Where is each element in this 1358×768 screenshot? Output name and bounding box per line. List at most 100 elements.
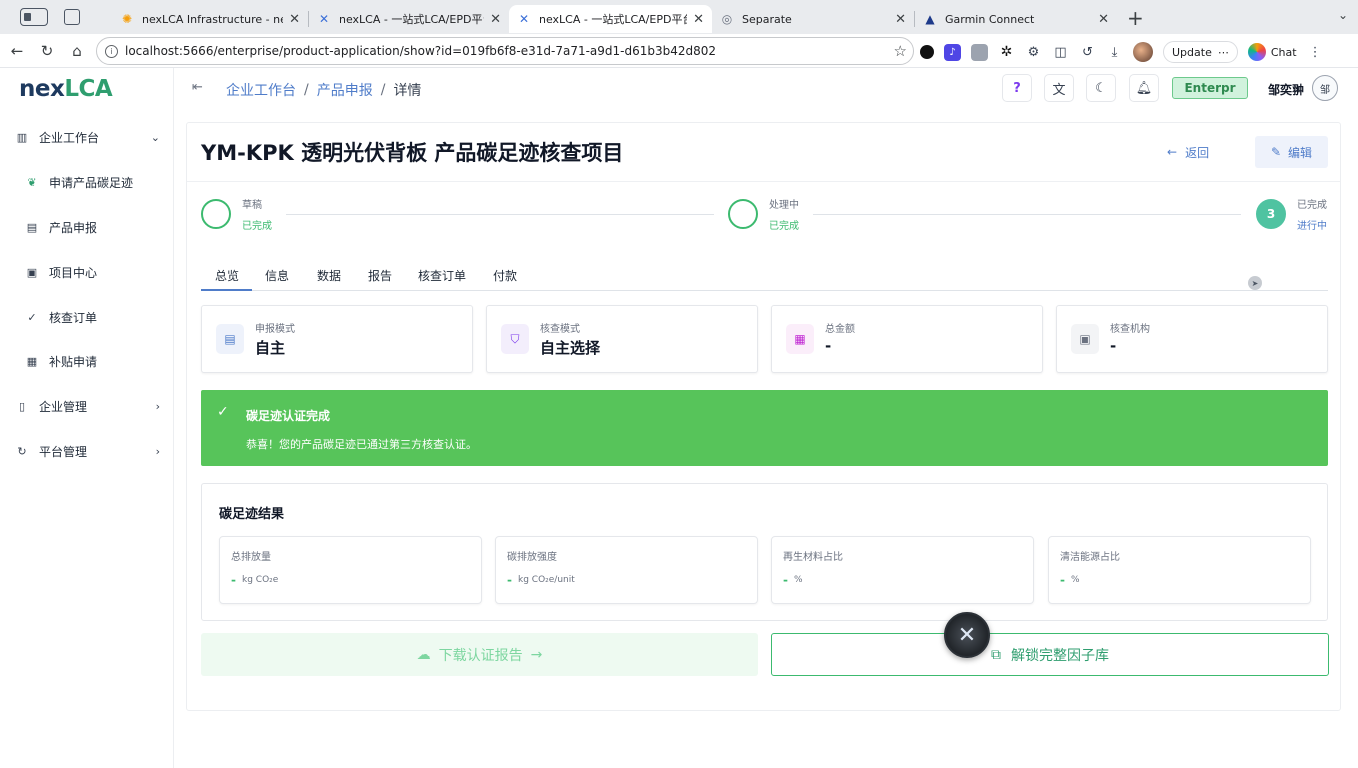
step-1-status: 已完成 xyxy=(242,221,272,232)
translate-icon: 文 xyxy=(1052,82,1066,98)
browser-tab-title: nexLCA - 一站式LCA/EPD平台 xyxy=(339,13,485,26)
sidebar-item-enterprise-management[interactable]: ▯ 企业管理 › xyxy=(0,386,174,426)
browser-tab-3-active[interactable]: ✕ nexLCA - 一站式LCA/EPD平台 ✕ xyxy=(509,5,712,33)
download-icon[interactable]: ⤓ xyxy=(1106,44,1123,61)
home-icon[interactable]: ⌂ xyxy=(62,42,92,60)
chat-button[interactable]: Chat xyxy=(1247,43,1297,61)
info-card-value: - xyxy=(825,337,832,355)
history-icon[interactable]: ↺ xyxy=(1079,44,1096,61)
metric-total-emissions: 总排放量 - kg CO₂e xyxy=(219,536,482,604)
user-avatar[interactable]: 邹 xyxy=(1312,75,1338,101)
notifications-button[interactable]: 🔔︎ xyxy=(1129,74,1159,102)
sidebar-item-label: 核查订单 xyxy=(49,310,98,325)
tab-info[interactable]: 信息 xyxy=(265,267,289,284)
sidebar-item-subsidy-application[interactable]: ▦ 补贴申请 xyxy=(0,341,174,381)
bell-icon: 🔔︎ xyxy=(1135,80,1153,96)
leaf-icon: ❦ xyxy=(27,175,37,189)
chevron-down-icon: ⌄ xyxy=(150,130,160,144)
plan-badge[interactable]: Enterpr xyxy=(1172,77,1248,99)
step-3-status: 进行中 xyxy=(1297,221,1327,232)
reload-icon[interactable]: ↻ xyxy=(32,42,62,60)
openai-extension-icon[interactable]: ✲ xyxy=(998,44,1015,61)
browser-tab-5[interactable]: ▲ Garmin Connect ✕ xyxy=(915,5,1117,33)
clipboard-icon: ▤ xyxy=(26,220,38,234)
carbon-footprint-results: 碳足迹结果 总排放量 - kg CO₂e 碳排放强度 - kg CO₂e/uni… xyxy=(201,483,1328,621)
globe-favicon-icon: ◎ xyxy=(721,12,733,26)
detail-tabs: 总览 信息 数据 报告 核查订单 付款 xyxy=(201,263,1328,291)
tab-verification-orders[interactable]: 核查订单 xyxy=(418,267,466,284)
tab-overview[interactable]: 总览 xyxy=(215,267,239,284)
grafana-favicon-icon: ✺ xyxy=(121,12,133,26)
step-2-title: 处理中 xyxy=(769,200,799,211)
close-tab-icon[interactable]: ✕ xyxy=(895,12,906,27)
sidebar-item-product-declaration[interactable]: ▤ 产品申报 xyxy=(0,207,174,247)
edit-button[interactable]: ✎ 编辑 xyxy=(1255,136,1328,168)
tab-report[interactable]: 报告 xyxy=(368,267,392,284)
step-1-circle xyxy=(201,199,231,229)
user-name[interactable]: 邹奕翀 xyxy=(1268,81,1304,98)
shield-extension-icon[interactable] xyxy=(920,45,934,59)
nexlca-favicon-icon: ✕ xyxy=(318,12,330,26)
step-2-circle xyxy=(728,199,758,229)
theme-toggle-button[interactable]: ☾ xyxy=(1086,74,1116,102)
breadcrumb-enterprise-workbench[interactable]: 企业工作台 xyxy=(226,80,296,100)
sidebar-item-project-center[interactable]: ▣ 项目中心 xyxy=(0,252,174,292)
download-label: 下载认证报告 xyxy=(438,647,523,664)
address-bar[interactable]: i localhost:5666/enterprise/product-appl… xyxy=(96,37,914,65)
garmin-favicon-icon: ▲ xyxy=(925,12,935,26)
profile-avatar[interactable] xyxy=(1133,42,1153,62)
tiktok-extension-icon[interactable]: ♪ xyxy=(944,43,961,61)
close-tab-icon[interactable]: ✕ xyxy=(490,12,501,27)
info-card-value: - xyxy=(1110,337,1117,355)
divider xyxy=(187,181,1340,182)
browser-menu-icon[interactable]: ⋮ xyxy=(1307,44,1324,61)
tab-payment[interactable]: 付款 xyxy=(493,267,517,284)
sidebar-item-enterprise-workbench[interactable]: ▥ 企业工作台 ⌄ xyxy=(0,117,174,157)
new-tab-button[interactable]: + xyxy=(1127,6,1144,30)
sidebar-item-apply-carbon-footprint[interactable]: ❦ 申请产品碳足迹 xyxy=(0,162,174,202)
back-button[interactable]: ← 返回 xyxy=(1167,137,1209,167)
download-report-button[interactable]: ☁ 下载认证报告 → xyxy=(201,633,758,676)
close-tab-icon[interactable]: ✕ xyxy=(693,12,704,27)
tab-overview-icon[interactable] xyxy=(64,9,80,25)
office-icon: ▯ xyxy=(18,399,26,413)
close-tab-icon[interactable]: ✕ xyxy=(289,12,300,27)
puzzle-extension-icon[interactable]: ⚙ xyxy=(1025,44,1042,61)
update-button[interactable]: Update ⋯ xyxy=(1163,41,1238,63)
sidebar-item-platform-management[interactable]: ↻ 平台管理 › xyxy=(0,431,174,471)
metric-unit: % xyxy=(1071,575,1080,585)
copilot-logo-icon xyxy=(1247,43,1266,61)
breadcrumb-product-declaration[interactable]: 产品申报 xyxy=(317,80,373,100)
language-button[interactable]: 文 xyxy=(1044,74,1074,102)
browser-tab-4[interactable]: ◎ Separate ✕ xyxy=(712,5,914,33)
bookmark-star-icon[interactable]: ☆ xyxy=(894,42,907,60)
sidebar-item-label: 产品申报 xyxy=(49,220,98,235)
help-button[interactable]: ? xyxy=(1002,74,1032,102)
metric-label: 再生材料占比 xyxy=(783,552,843,563)
tab-data[interactable]: 数据 xyxy=(317,267,341,284)
unlock-factor-library-button[interactable]: ⧉ 解锁完整因子库 xyxy=(771,633,1329,676)
briefcase-icon: ▣ xyxy=(26,265,38,279)
floating-assistant-widget[interactable]: ✕ xyxy=(944,612,990,658)
breadcrumb: 企业工作台 / 产品申报 / 详情 xyxy=(226,80,421,100)
pencil-icon: ✎ xyxy=(1270,145,1282,159)
extensions-row: ♪ ✲ ⚙ ◫ ↺ ⤓ Update ⋯ Chat ⋮ xyxy=(920,41,1324,63)
browser-tab-2[interactable]: ✕ nexLCA - 一站式LCA/EPD平台 ✕ xyxy=(309,5,509,33)
close-tab-icon[interactable]: ✕ xyxy=(1098,12,1109,27)
nexlca-logo[interactable]: nexLCA xyxy=(19,76,113,102)
split-view-icon[interactable]: ◫ xyxy=(1052,44,1069,61)
gray-extension-icon[interactable] xyxy=(971,43,988,61)
sidebar-item-verification-orders[interactable]: ✓ 核查订单 xyxy=(0,297,174,337)
check-icon: ✓ xyxy=(217,404,229,420)
browser-sidebar-toggle-icon[interactable] xyxy=(20,8,48,26)
tab-list-chevron-icon[interactable]: ⌄ xyxy=(1338,8,1348,22)
site-info-icon[interactable]: i xyxy=(105,44,118,58)
nexlca-favicon-icon: ✕ xyxy=(518,12,530,26)
info-card-total-amount: ▦ 总金额 - xyxy=(771,305,1043,373)
back-arrow-icon[interactable]: ← xyxy=(2,42,32,60)
info-card-label: 核查模式 xyxy=(540,324,580,335)
collapse-sidebar-icon[interactable]: ⇤ xyxy=(192,80,203,95)
browser-tab-1[interactable]: ✺ nexLCA Infrastructure - nexLCA ✕ xyxy=(112,5,308,33)
arrow-right-icon: → xyxy=(530,646,543,663)
certification-success-banner: ✓ 碳足迹认证完成 恭喜！您的产品碳足迹已通过第三方核查认证。 xyxy=(201,390,1328,466)
